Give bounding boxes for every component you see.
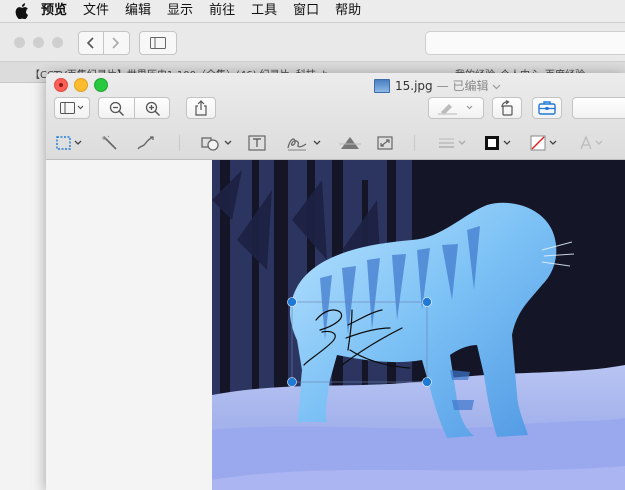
zoom-group	[98, 97, 170, 119]
markup-toolbar	[46, 127, 625, 159]
window-title: 15.jpg — 已编辑	[374, 77, 501, 94]
menu-help[interactable]: 帮助	[335, 0, 361, 22]
search-field[interactable]	[572, 97, 625, 119]
preview-window: 15.jpg — 已编辑	[46, 73, 625, 490]
zoom-divider	[134, 98, 135, 118]
sidebar-icon	[150, 37, 166, 49]
menu-tools[interactable]: 工具	[251, 0, 277, 22]
adjust-size-tool[interactable]	[376, 134, 394, 152]
preview-titlebar: 15.jpg — 已编辑	[46, 73, 625, 160]
text-style-tool[interactable]	[578, 134, 608, 152]
sidebar-view-icon	[60, 102, 84, 114]
minimize-button[interactable]	[74, 78, 88, 92]
shapes-icon	[201, 137, 232, 151]
line-style-icon	[439, 138, 466, 148]
line-style-tool[interactable]	[438, 134, 468, 152]
zoom-in-icon[interactable]	[145, 101, 161, 121]
browser-sidebar-button[interactable]	[139, 31, 177, 55]
title-filename: 15.jpg	[395, 78, 433, 93]
rotate-button[interactable]	[492, 97, 522, 119]
toolbox-icon	[538, 101, 556, 115]
close-button[interactable]	[54, 78, 68, 92]
signature-tool[interactable]	[286, 134, 324, 152]
shapes-tool[interactable]	[201, 134, 235, 152]
menu-file[interactable]: 文件	[83, 0, 109, 22]
adjust-color-tool[interactable]	[339, 134, 361, 152]
signature-icon	[287, 138, 321, 151]
text-tool[interactable]	[248, 134, 266, 152]
text-box-icon	[248, 135, 266, 151]
menu-window[interactable]: 窗口	[293, 0, 319, 22]
menu-bar: 预览 文件 编辑 显示 前往 工具 窗口 帮助	[0, 0, 625, 23]
tiger-photo	[212, 160, 625, 490]
browser-toolbar	[0, 23, 625, 62]
browser-close-button[interactable]	[14, 37, 25, 48]
share-icon	[195, 100, 207, 116]
text-style-icon	[580, 135, 603, 150]
highlighter-icon	[438, 104, 473, 115]
sketch-icon	[137, 136, 154, 150]
forward-chevron-icon[interactable]	[109, 35, 121, 54]
markup-divider-2	[414, 135, 415, 151]
close-dot-icon	[59, 83, 63, 87]
instant-alpha-tool[interactable]	[101, 134, 119, 152]
view-menu-button[interactable]	[54, 97, 90, 119]
adjust-color-icon	[339, 137, 361, 149]
browser-nav-group	[78, 31, 130, 55]
share-button[interactable]	[186, 97, 216, 119]
zoom-out-icon[interactable]	[109, 101, 125, 121]
border-color-tool[interactable]	[484, 134, 516, 152]
browser-address-bar[interactable]	[425, 31, 625, 55]
image-canvas[interactable]	[212, 160, 625, 490]
highlight-button[interactable]	[428, 97, 484, 119]
browser-minimize-button[interactable]	[33, 37, 44, 48]
title-edited: — 已编辑	[436, 79, 489, 93]
back-chevron-icon[interactable]	[85, 35, 97, 54]
markup-divider	[179, 135, 180, 151]
title-chevron-icon[interactable]	[492, 79, 501, 93]
menu-go[interactable]: 前往	[209, 0, 235, 22]
fill-color-tool[interactable]	[530, 134, 562, 152]
magic-wand-icon	[102, 135, 117, 150]
fill-color-icon	[530, 135, 557, 151]
browser-zoom-button[interactable]	[52, 37, 63, 48]
thumbnail-sidebar[interactable]	[46, 160, 213, 490]
rotate-icon	[501, 100, 513, 116]
apple-logo-icon[interactable]	[13, 2, 31, 20]
menu-edit[interactable]: 编辑	[125, 0, 151, 22]
zoom-button[interactable]	[94, 78, 108, 92]
rect-selection-icon	[56, 136, 82, 150]
selection-tool[interactable]	[56, 134, 86, 152]
nav-divider	[103, 32, 104, 54]
menu-view[interactable]: 显示	[167, 0, 193, 22]
markup-toolbox-button[interactable]	[532, 97, 562, 119]
image-file-icon	[374, 78, 390, 93]
border-color-icon	[485, 136, 511, 150]
menu-preview[interactable]: 预览	[41, 0, 67, 22]
resize-icon	[377, 136, 393, 150]
sketch-tool[interactable]	[136, 134, 156, 152]
